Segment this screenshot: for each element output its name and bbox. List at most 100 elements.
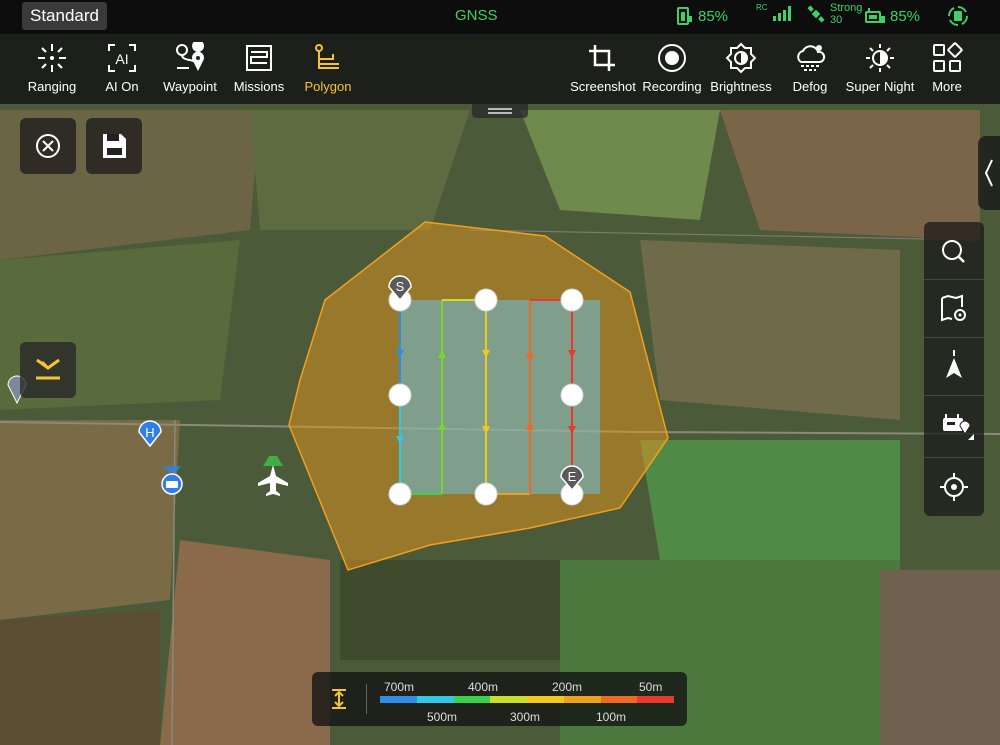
- tool-screenshot[interactable]: Screenshot: [568, 42, 638, 96]
- search-icon: [942, 240, 965, 263]
- tool-ai[interactable]: AI AI On: [87, 42, 157, 96]
- tool-label: Super Night: [845, 79, 915, 94]
- tool-missions[interactable]: Missions: [224, 42, 294, 96]
- landing-icon: [36, 358, 60, 380]
- aircraft-battery: 85%: [674, 6, 728, 26]
- signal-strength-text: Strong: [830, 2, 863, 14]
- colorbar-segment: [490, 696, 527, 703]
- gnss-status: GNSS: [455, 7, 498, 24]
- aircraft-battery-value: 85%: [698, 7, 729, 25]
- vertex-handle: [474, 288, 498, 312]
- tool-label: Missions: [233, 79, 285, 94]
- vertex-handle: [388, 383, 412, 407]
- legend-label: 400m: [468, 680, 499, 694]
- tool-more[interactable]: More: [912, 42, 982, 96]
- altitude-legend: 700m 400m 200m 50m 500m 300m 100m: [312, 672, 687, 726]
- colorbar-segment: [527, 696, 564, 703]
- toolbar-drag-handle[interactable]: [472, 104, 528, 118]
- chevron-left-icon: [984, 159, 993, 187]
- connection-icon: [948, 6, 968, 26]
- tool-label: Waypoint: [163, 79, 217, 94]
- rc-battery-icon: [865, 8, 885, 23]
- search-button[interactable]: [924, 222, 984, 280]
- tool-ranging[interactable]: Ranging: [17, 42, 87, 96]
- svg-text:H: H: [145, 425, 154, 440]
- top-toolbar: Ranging AI AI On Waypoint Missions Polyg…: [0, 34, 1000, 104]
- tool-label: Brightness: [710, 79, 772, 94]
- tool-polygon[interactable]: Polygon: [293, 42, 363, 96]
- svg-text:E: E: [568, 469, 577, 484]
- tool-label: Recording: [642, 79, 702, 94]
- tool-super-night[interactable]: Super Night: [844, 42, 916, 96]
- colorbar-segment: [416, 696, 454, 703]
- legend-label: 200m: [552, 680, 583, 694]
- ai-icon: AI: [108, 44, 136, 72]
- legend-label: 50m: [639, 680, 663, 694]
- colorbar-segment: [637, 696, 674, 703]
- rc-signal: RC: [756, 2, 794, 22]
- screenshot-icon: [589, 45, 615, 71]
- map-tools-panel: [924, 222, 984, 516]
- more-icon: [933, 42, 963, 72]
- vertex-handle: [388, 482, 412, 506]
- defog-icon: [797, 45, 826, 71]
- tool-waypoint[interactable]: Waypoint: [155, 42, 225, 96]
- waypoint-icon: [176, 42, 205, 71]
- rc-battery: 85%: [864, 6, 920, 26]
- rc-label: RC: [756, 2, 768, 12]
- collapse-panel-tab[interactable]: [978, 136, 1000, 210]
- locate-aircraft-button[interactable]: [924, 458, 984, 516]
- colorbar-segment: [453, 696, 491, 703]
- tool-label: Polygon: [304, 79, 352, 94]
- legend-label: 700m: [384, 680, 415, 694]
- tool-brightness[interactable]: Brightness: [706, 42, 776, 96]
- device-location-button[interactable]: [924, 396, 984, 454]
- save-icon: [103, 134, 126, 158]
- map-settings-icon: [941, 294, 966, 322]
- vertex-handle: [560, 288, 584, 312]
- crosshair-icon: [940, 473, 968, 501]
- navigation-arrow-icon: [946, 350, 962, 378]
- rc-battery-value: 85%: [890, 7, 921, 25]
- close-mission-button[interactable]: [20, 118, 76, 174]
- tool-defog[interactable]: Defog: [775, 42, 845, 96]
- altitude-icon: [332, 689, 346, 709]
- satellite-status: Strong 30: [806, 2, 862, 26]
- ranging-icon: [38, 44, 66, 72]
- colorbar-segment: [563, 696, 601, 703]
- record-icon: [658, 44, 686, 72]
- flight-mode-selector[interactable]: Standard: [22, 2, 107, 30]
- legend-label: 300m: [510, 710, 541, 724]
- takeoff-land-button[interactable]: [20, 342, 76, 398]
- compass-orientation-button[interactable]: [924, 338, 984, 396]
- altitude-colorbar: [380, 696, 674, 703]
- super-night-icon: [866, 44, 894, 72]
- tool-label: More: [932, 79, 962, 94]
- map-settings-button[interactable]: [924, 280, 984, 338]
- aircraft-battery-icon: [677, 7, 692, 25]
- svg-text:AI: AI: [115, 51, 128, 67]
- tool-label: AI On: [105, 79, 139, 94]
- legend-label: 500m: [427, 710, 458, 724]
- polygon-icon: [315, 44, 339, 69]
- colorbar-segment: [600, 696, 638, 703]
- vertex-handle: [560, 383, 584, 407]
- missions-icon: [246, 45, 272, 71]
- legend-label: 100m: [596, 710, 627, 724]
- tool-label: Defog: [792, 79, 828, 94]
- tool-label: Ranging: [27, 79, 77, 94]
- vertex-handle: [474, 482, 498, 506]
- connection-status[interactable]: [946, 4, 970, 33]
- save-mission-button[interactable]: [86, 118, 142, 174]
- satellite-icon: [807, 5, 825, 23]
- brightness-icon: [725, 42, 757, 74]
- close-icon: [36, 134, 60, 158]
- svg-text:S: S: [396, 279, 405, 294]
- altitude-toggle-button[interactable]: [326, 686, 352, 717]
- tool-recording[interactable]: Recording: [637, 42, 707, 96]
- satellite-count: 30: [830, 14, 843, 26]
- status-bar: Standard GNSS 85% RC Strong 30 85%: [0, 0, 1000, 34]
- rc-location-icon: [943, 414, 974, 440]
- signal-bars-icon: [772, 6, 791, 21]
- colorbar-segment: [380, 696, 417, 703]
